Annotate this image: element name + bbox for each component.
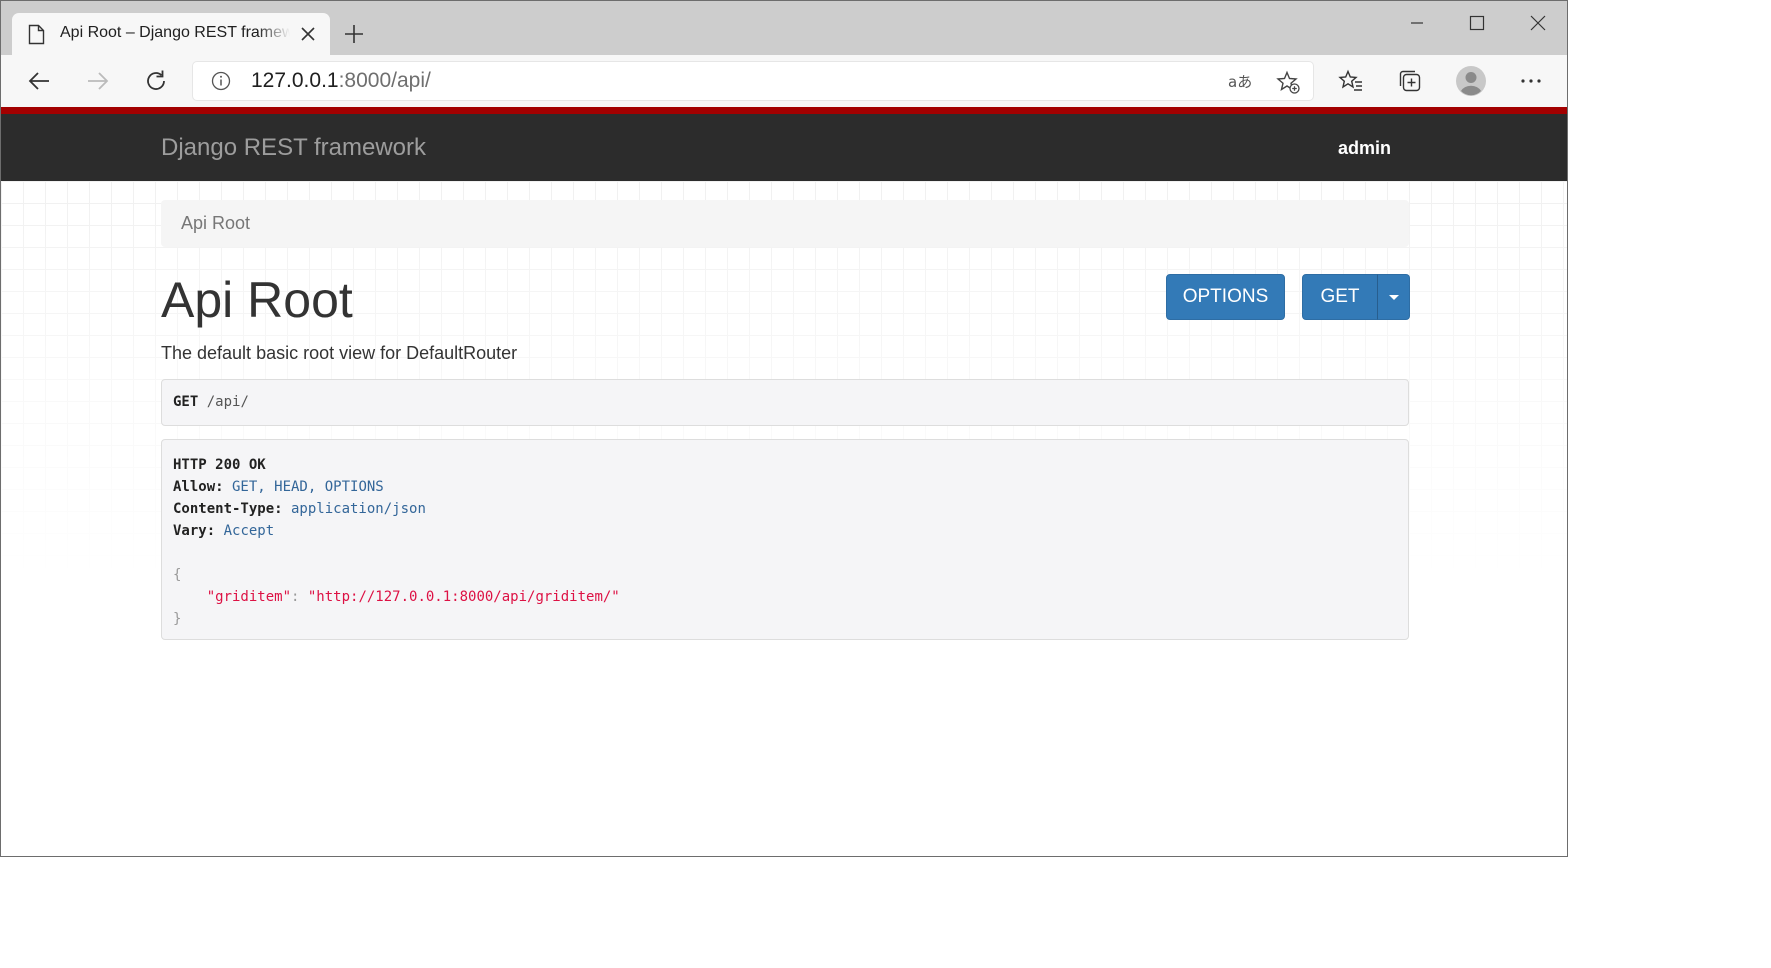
breadcrumb-item-api-root[interactable]: Api Root xyxy=(181,213,250,234)
view-description: The default basic root view for DefaultR… xyxy=(161,343,518,363)
options-button[interactable]: OPTIONS xyxy=(1166,274,1285,320)
brand-stripe xyxy=(1,107,1567,114)
response-info: HTTP 200 OK Allow: GET, HEAD, OPTIONS Co… xyxy=(161,439,1409,640)
request-method: GET xyxy=(173,394,199,410)
browser-titlebar: Api Root – Django REST framework xyxy=(1,1,1567,55)
back-arrow-icon[interactable] xyxy=(26,68,52,94)
get-format-dropdown-toggle[interactable] xyxy=(1377,274,1410,320)
json-close-brace: } xyxy=(173,611,182,627)
response-status-line: HTTP 200 OK xyxy=(173,457,266,473)
browser-toolbar: 127.0.0.1:8000/api/ aあ xyxy=(1,55,1567,107)
refresh-icon[interactable] xyxy=(143,68,169,94)
favorites-icon[interactable] xyxy=(1338,68,1364,94)
close-tab-icon[interactable] xyxy=(300,26,316,42)
header-key-content-type: Content-Type: xyxy=(173,501,283,517)
header-value-allow: GET, HEAD, OPTIONS xyxy=(223,479,384,495)
navbar-brand[interactable]: Django REST framework xyxy=(161,134,426,162)
document-icon xyxy=(28,24,45,45)
header-value-content-type: application/json xyxy=(282,501,426,517)
maximize-icon[interactable] xyxy=(1467,13,1487,33)
new-tab-icon[interactable] xyxy=(344,24,364,44)
collections-icon[interactable] xyxy=(1397,68,1423,94)
header-key-vary: Vary: xyxy=(173,523,216,539)
page-viewport: Django REST framework admin Api Root Api… xyxy=(1,107,1567,856)
more-options-icon[interactable] xyxy=(1518,68,1544,94)
read-aloud-translate-icon[interactable]: aあ xyxy=(1227,70,1251,94)
json-separator: : xyxy=(291,589,308,605)
page-title: Api Root xyxy=(161,272,353,328)
header-value-vary: Accept xyxy=(215,523,275,539)
browser-tab[interactable]: Api Root – Django REST framework xyxy=(12,13,330,55)
svg-text:aあ: aあ xyxy=(1228,73,1251,91)
tab-title: Api Root – Django REST framework xyxy=(60,24,290,41)
url-text[interactable]: 127.0.0.1:8000/api/ xyxy=(251,69,431,93)
json-link-griditem[interactable]: "http://127.0.0.1:8000/api/griditem/" xyxy=(308,589,620,605)
json-open-brace: { xyxy=(173,567,182,583)
profile-avatar-icon[interactable] xyxy=(1455,65,1487,97)
get-button[interactable]: GET xyxy=(1302,274,1378,320)
json-key-griditem: "griditem" xyxy=(206,589,292,605)
url-path: :8000/api/ xyxy=(338,69,431,92)
request-path: /api/ xyxy=(198,394,249,410)
caret-down-icon xyxy=(1388,294,1399,300)
breadcrumb: Api Root xyxy=(161,200,1409,247)
address-bar[interactable]: 127.0.0.1:8000/api/ aあ xyxy=(193,62,1313,100)
minimize-icon[interactable] xyxy=(1407,13,1427,33)
url-host: 127.0.0.1 xyxy=(251,69,339,92)
header-key-allow: Allow: xyxy=(173,479,224,495)
request-info: GET /api/ xyxy=(161,379,1409,426)
top-navbar: Django REST framework admin xyxy=(1,114,1567,181)
add-favorite-star-icon[interactable] xyxy=(1276,70,1300,94)
close-window-icon[interactable] xyxy=(1528,13,1548,33)
site-info-icon[interactable] xyxy=(211,71,231,91)
user-menu[interactable]: admin xyxy=(1338,138,1391,159)
forward-arrow-icon[interactable] xyxy=(85,68,111,94)
